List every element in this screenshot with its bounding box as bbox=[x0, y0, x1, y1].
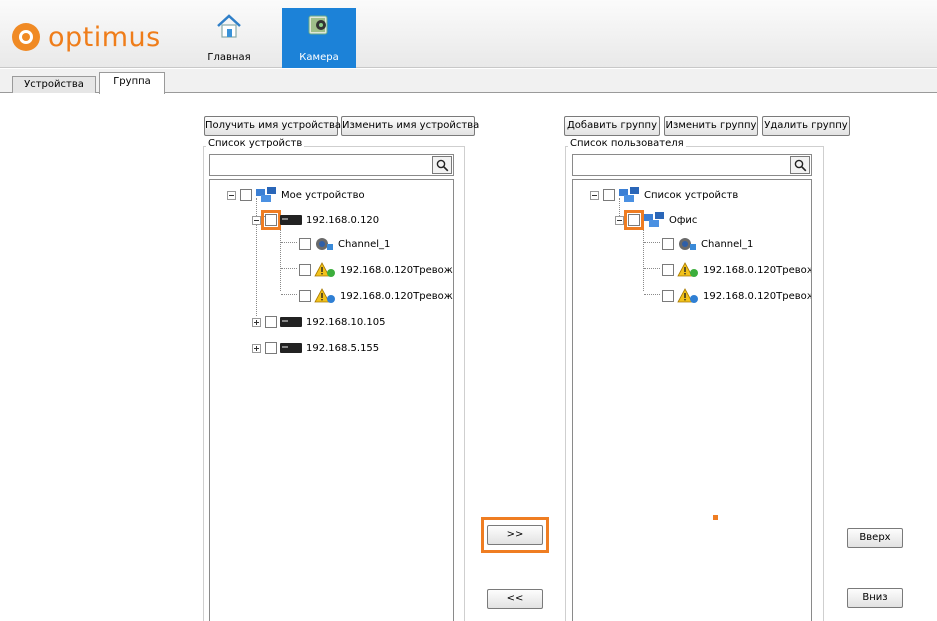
search-icon bbox=[794, 159, 807, 172]
user-group-tree[interactable]: Список устройств Офис Channel_1 192.168.… bbox=[572, 179, 812, 621]
user-search-field[interactable] bbox=[572, 154, 812, 176]
dvr-icon bbox=[280, 317, 302, 327]
tree-node-channel[interactable]: Channel_1 bbox=[299, 236, 390, 252]
home-icon bbox=[217, 14, 241, 38]
device-list-title: Список устройств bbox=[206, 138, 305, 149]
move-down-button[interactable]: Вниз bbox=[847, 588, 903, 608]
group-page: Получить имя устройства Изменить имя уст… bbox=[0, 94, 937, 621]
change-group-button[interactable]: Изменить группу bbox=[664, 116, 758, 136]
tree-node-label: 192.168.0.120Тревожн bbox=[340, 264, 454, 276]
nav-camera-label: Камера bbox=[299, 52, 339, 63]
tree-node-alarm-in[interactable]: 192.168.0.120Тревожн bbox=[662, 262, 812, 278]
alarm-input-icon bbox=[677, 262, 698, 277]
alarm-output-icon bbox=[677, 288, 698, 303]
brand-name: optimus bbox=[48, 21, 161, 53]
tree-checkbox[interactable] bbox=[299, 264, 311, 276]
tree-checkbox[interactable] bbox=[662, 238, 674, 250]
tree-node-device[interactable]: 192.168.0.120 bbox=[252, 210, 380, 230]
tree-checkbox[interactable] bbox=[299, 238, 311, 250]
tree-checkbox[interactable] bbox=[299, 290, 311, 302]
collapse-icon[interactable] bbox=[227, 190, 236, 200]
nav-home[interactable]: Главная bbox=[192, 8, 266, 68]
tree-checkbox[interactable] bbox=[265, 342, 277, 354]
tree-node-root[interactable]: Список устройств bbox=[590, 187, 738, 203]
nav-camera[interactable]: Камера bbox=[282, 8, 356, 68]
tree-node-label: 192.168.0.120 bbox=[306, 214, 380, 226]
tree-node-label: 192.168.0.120Тревожн bbox=[340, 290, 454, 302]
tree-node-label: 192.168.10.105 bbox=[306, 316, 386, 328]
expand-icon[interactable] bbox=[252, 317, 261, 327]
group-icon bbox=[644, 212, 664, 227]
tab-devices[interactable]: Устройства bbox=[12, 76, 96, 93]
tree-node-channel[interactable]: Channel_1 bbox=[662, 236, 753, 252]
tree-node-device[interactable]: 192.168.10.105 bbox=[252, 314, 386, 330]
tree-checkbox[interactable] bbox=[662, 290, 674, 302]
tree-checkbox[interactable] bbox=[265, 316, 277, 328]
brand-logo: optimus bbox=[12, 21, 161, 53]
tree-node-label: Мое устройство bbox=[281, 189, 365, 201]
rename-device-button[interactable]: Изменить имя устройства bbox=[341, 116, 479, 136]
tree-node-device[interactable]: 192.168.5.155 bbox=[252, 340, 379, 356]
tree-node-alarm-out[interactable]: 192.168.0.120Тревожн bbox=[299, 288, 454, 304]
tree-node-label: 192.168.0.120Тревожн bbox=[703, 264, 812, 276]
nav-home-label: Главная bbox=[207, 52, 251, 63]
tree-checkbox-highlighted[interactable] bbox=[261, 210, 281, 230]
collapse-icon[interactable] bbox=[615, 215, 624, 225]
collapse-icon[interactable] bbox=[252, 215, 261, 225]
orange-marker bbox=[713, 515, 718, 520]
tree-node-label: Channel_1 bbox=[701, 238, 754, 250]
move-up-button[interactable]: Вверх bbox=[847, 528, 903, 548]
remove-from-group-button[interactable]: << bbox=[487, 589, 543, 609]
delete-group-button[interactable]: Удалить группу bbox=[762, 116, 850, 136]
tree-node-alarm-in[interactable]: 192.168.0.120Тревожн bbox=[299, 262, 454, 278]
tab-bar: Устройства Группа bbox=[0, 69, 937, 94]
tree-node-label: Офис bbox=[669, 214, 698, 226]
tree-checkbox-highlighted[interactable] bbox=[624, 210, 644, 230]
get-device-name-button[interactable]: Получить имя устройства bbox=[204, 116, 341, 136]
device-search-button[interactable] bbox=[432, 156, 452, 174]
network-icon bbox=[619, 187, 639, 202]
tree-node-label: 192.168.5.155 bbox=[306, 342, 380, 354]
add-group-button[interactable]: Добавить группу bbox=[564, 116, 660, 136]
alarm-input-icon bbox=[314, 262, 335, 277]
network-icon bbox=[256, 187, 276, 202]
tree-node-group[interactable]: Офис bbox=[615, 210, 698, 230]
user-search-button[interactable] bbox=[790, 156, 810, 174]
dvr-icon bbox=[280, 343, 302, 353]
add-to-group-button[interactable]: >> bbox=[487, 525, 543, 545]
tree-node-label: Channel_1 bbox=[338, 238, 391, 250]
search-icon bbox=[436, 159, 449, 172]
tree-checkbox[interactable] bbox=[603, 189, 615, 201]
alarm-output-icon bbox=[314, 288, 335, 303]
collapse-icon[interactable] bbox=[590, 190, 599, 200]
tree-node-root[interactable]: Мое устройство bbox=[227, 187, 365, 203]
device-search-field[interactable] bbox=[209, 154, 454, 176]
tree-checkbox[interactable] bbox=[662, 264, 674, 276]
camera-channel-icon bbox=[316, 238, 333, 250]
user-list-title: Список пользователя bbox=[568, 138, 686, 149]
brand-logo-icon bbox=[12, 23, 40, 51]
tree-node-label: Список устройств bbox=[644, 189, 739, 201]
camera-channel-icon bbox=[679, 238, 696, 250]
camera-icon bbox=[308, 15, 328, 35]
device-tree[interactable]: Мое устройство 192.168.0.120 Channel_1 1… bbox=[209, 179, 454, 621]
app-header: optimus Главная Камера bbox=[0, 0, 937, 68]
tree-node-alarm-out[interactable]: 192.168.0.120Тревожн bbox=[662, 288, 812, 304]
dvr-icon bbox=[280, 215, 302, 225]
expand-icon[interactable] bbox=[252, 343, 261, 353]
tree-node-label: 192.168.0.120Тревожн bbox=[703, 290, 812, 302]
tab-group[interactable]: Группа bbox=[99, 72, 165, 94]
tree-checkbox[interactable] bbox=[240, 189, 252, 201]
